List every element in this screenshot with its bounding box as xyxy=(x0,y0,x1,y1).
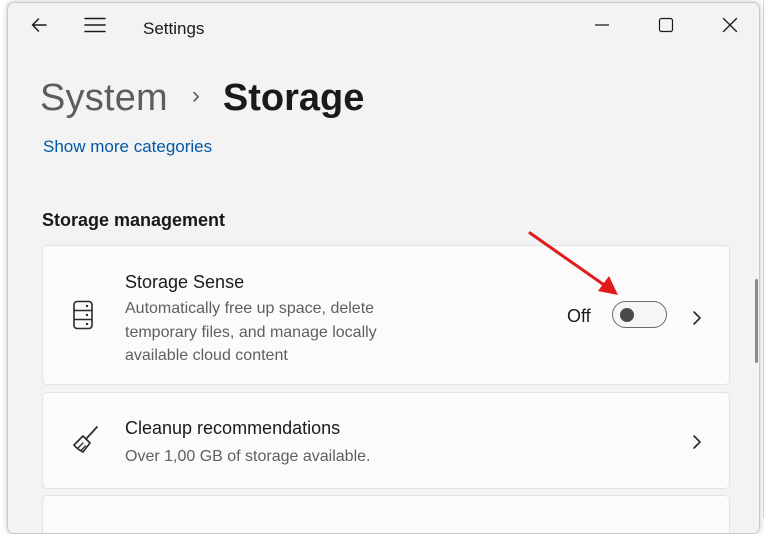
broom-icon xyxy=(71,425,101,455)
close-icon xyxy=(722,17,738,33)
cleanup-description: Over 1,00 GB of storage available. xyxy=(125,448,371,465)
page-title: Storage xyxy=(222,76,365,119)
settings-window: Settings System › Storage Show more cate… xyxy=(7,2,760,534)
navigation-menu-button[interactable] xyxy=(75,9,115,41)
cleanup-title: Cleanup recommendations xyxy=(125,418,341,438)
toggle-knob xyxy=(620,307,634,322)
chevron-right-icon[interactable] xyxy=(691,309,703,327)
chevron-right-icon[interactable] xyxy=(691,433,703,451)
breadcrumb-separator: › xyxy=(191,82,200,109)
storage-sense-toggle[interactable] xyxy=(612,301,667,328)
breadcrumb-parent-system[interactable]: System xyxy=(40,77,168,120)
storage-sense-description: Automatically free up space, delete temp… xyxy=(125,300,377,364)
next-settings-card[interactable] xyxy=(42,495,730,533)
close-button[interactable] xyxy=(708,9,752,41)
back-button[interactable] xyxy=(19,9,59,41)
breadcrumb: System › Storage xyxy=(40,73,364,123)
app-title: Settings xyxy=(143,19,205,38)
arrow-left-icon xyxy=(31,18,47,32)
storage-sense-card[interactable]: Storage Sense Automatically free up spac… xyxy=(42,245,730,385)
minimize-button[interactable] xyxy=(580,9,624,41)
background-divider xyxy=(763,0,764,518)
scrollbar-thumb[interactable] xyxy=(755,279,758,363)
maximize-button[interactable] xyxy=(644,9,688,41)
section-heading: Storage management xyxy=(42,210,226,230)
storage-sense-title: Storage Sense xyxy=(125,272,245,292)
storage-drive-icon xyxy=(71,300,95,330)
minimize-icon xyxy=(595,24,609,26)
title-bar: Settings xyxy=(8,3,759,47)
storage-sense-toggle-state: Off xyxy=(567,306,591,326)
show-more-categories-link[interactable]: Show more categories xyxy=(43,137,212,157)
maximize-icon xyxy=(658,17,674,33)
cleanup-recommendations-card[interactable]: Cleanup recommendations Over 1,00 GB of … xyxy=(42,392,730,489)
hamburger-icon xyxy=(84,17,106,33)
